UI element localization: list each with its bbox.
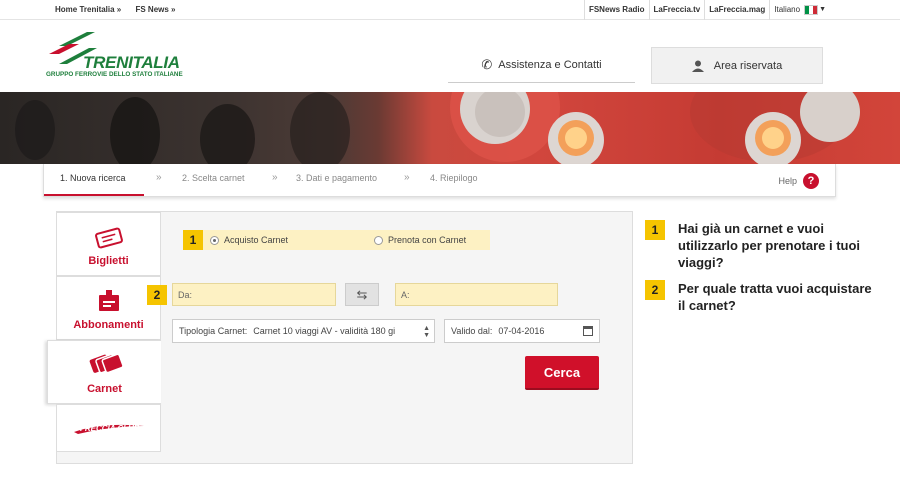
to-station-input[interactable]: A: [395,283,558,306]
sidebar-item-carnet[interactable]: Carnet [47,340,161,404]
hero-banner-image [0,92,900,164]
sidebar-item-label: Biglietti [88,255,129,267]
question-icon: ? [803,173,819,189]
carnet-icon [89,353,123,374]
booking-steps-bar: 1. Nuova ricerca » 2. Scelta carnet » 3.… [43,164,836,197]
user-icon [691,60,704,72]
reserved-area-button[interactable]: Area riservata [651,47,823,84]
sidebar-item-biglietti[interactable]: Biglietti [56,212,161,276]
to-label: A: [401,289,410,300]
carnet-type-value: Carnet 10 viaggi AV - validità 180 gi [253,326,396,336]
reserved-area-label: Area riservata [713,59,783,72]
calendar-icon[interactable] [583,326,593,336]
sidebar-item-label: Carnet [87,383,122,395]
radio-purchase[interactable] [210,235,219,245]
step-badge-2-wrap: 2 [147,285,167,305]
carnet-type-label: Tipologia Carnet: [179,326,248,336]
italy-flag-icon [804,5,819,15]
step-badge-2: 2 [147,285,167,305]
frecciaclub-logo: FRECCIA CLUB [73,424,144,434]
valid-from-value: 07-04-2016 [498,326,545,336]
valid-from-date-input[interactable]: Valido dal: 07-04-2016 [444,319,600,343]
phone-icon: ✆ [481,56,493,72]
instruction-1: 1 Hai già un carnet e vuoi utilizzarlo p… [645,220,860,270]
from-station-input[interactable]: Da: [172,283,336,306]
frecciaclub-text: FRECCIA CLUB [80,424,140,433]
search-button[interactable]: Cerca [525,356,599,390]
sidebar-item-label: Abbonamenti [73,319,144,331]
assistance-contacts-link[interactable]: ✆ Assistenza e Contatti [448,47,635,83]
swap-stations-button[interactable]: ⇆ [345,283,379,306]
top-utility-bar: Home Trenitalia » FS News » FSNews Radio… [0,0,900,20]
option-book-label: Prenota con Carnet [388,235,467,245]
step-separator: » [404,172,410,183]
lafreccia-mag-link[interactable]: LaFreccia.mag [704,0,769,20]
option-purchase-label: Acquisto Carnet [224,235,289,245]
logo-subtitle: GRUPPO FERROVIE DELLO STATO ITALIANE [46,71,183,78]
step-new-search[interactable]: 1. Nuova ricerca [60,173,126,183]
active-step-underline [44,194,144,196]
fs-news-link[interactable]: FS News » [135,5,175,14]
swap-arrows-icon: ⇆ [356,286,368,302]
fsnews-radio-link[interactable]: FSNews Radio [583,0,649,20]
sidebar-item-abbonamenti[interactable]: Abbonamenti [56,276,161,340]
instruction-badge-2: 2 [645,280,665,300]
step-summary: 4. Riepilogo [430,173,478,183]
assistance-label: Assistenza e Contatti [498,58,602,71]
step-separator: » [156,172,162,183]
instruction-2: 2 Per quale tratta vuoi acquistare il ca… [645,280,872,313]
home-trenitalia-link[interactable]: Home Trenitalia » [55,5,121,14]
top-right-links: FSNews Radio LaFreccia.tv LaFreccia.mag … [583,0,900,20]
from-label: Da: [178,289,193,300]
radio-book[interactable] [374,235,384,245]
instruction-text-1: Hai già un carnet e vuoi utilizzarlo per… [678,221,861,270]
language-selector[interactable]: Italiano ▼ [769,0,900,20]
chevron-down-icon: ▼ [819,6,826,13]
instruction-text-2: Per quale tratta vuoi acquistare il carn… [678,281,872,313]
logo-wordmark: TRENITALIA [83,53,180,72]
option-purchase-carnet[interactable]: Acquisto Carnet [210,235,288,245]
lafreccia-tv-link[interactable]: LaFreccia.tv [648,0,705,20]
carnet-mode-options: 1 Acquisto Carnet Prenota con Carnet [183,230,490,250]
step-data-payment: 3. Dati e pagamento [296,173,378,183]
step-choose-carnet: 2. Scelta carnet [182,173,245,183]
instruction-badge-1: 1 [645,220,665,240]
valid-from-label: Valido dal: [451,326,493,336]
badge-icon [98,290,119,311]
carnet-type-select[interactable]: Tipologia Carnet: Carnet 10 viaggi AV - … [172,319,435,343]
language-label: Italiano [774,5,801,14]
ticket-icon [94,227,123,249]
top-left-links: Home Trenitalia » FS News » [55,5,188,14]
sidebar-item-freccia-club[interactable]: FRECCIA CLUB [56,404,161,452]
help-button[interactable]: Help ? [778,173,819,189]
step-badge-1: 1 [183,230,203,250]
select-arrows-icon: ▲ ▼ [423,325,430,339]
step-separator: » [272,172,278,183]
help-label: Help [778,176,797,186]
option-book-with-carnet[interactable]: Prenota con Carnet [374,235,466,245]
page: Home Trenitalia » FS News » FSNews Radio… [0,0,900,492]
